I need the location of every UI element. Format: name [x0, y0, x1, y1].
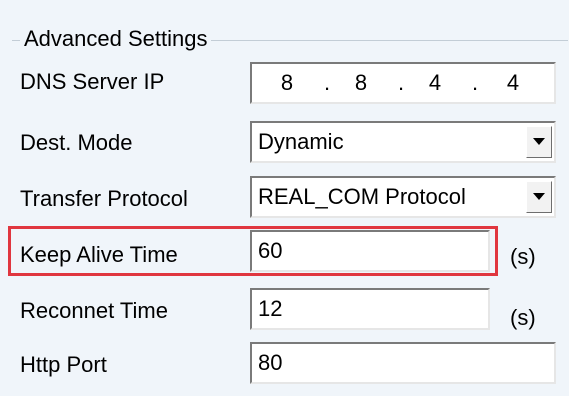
dest-mode-value: Dynamic [258, 129, 344, 154]
transfer-protocol-value: REAL_COM Protocol [258, 184, 466, 209]
ip-octet-3[interactable]: 4 [420, 64, 450, 102]
transfer-protocol-label: Transfer Protocol [20, 186, 188, 211]
group-box-title: Advanced Settings [20, 24, 212, 54]
dns-server-ip-field[interactable]: 8 . 8 . 4 . 4 [250, 62, 556, 104]
http-port-label: Http Port [20, 352, 107, 377]
chevron-down-icon [533, 138, 545, 145]
reconnect-time-input[interactable]: 12 [250, 288, 490, 330]
keep-alive-time-input[interactable]: 60 [250, 230, 490, 272]
keep-alive-time-label: Keep Alive Time [20, 242, 178, 267]
dest-mode-dropdown-button[interactable] [526, 126, 552, 158]
dns-server-ip-label: DNS Server IP [20, 69, 165, 94]
ip-octet-4[interactable]: 4 [498, 64, 528, 102]
dest-mode-label: Dest. Mode [20, 130, 133, 155]
ip-dot-1: . [323, 70, 331, 95]
chevron-down-icon [533, 193, 545, 200]
ip-dot-2: . [397, 70, 405, 95]
keep-alive-time-unit: (s) [510, 244, 536, 269]
ip-octet-1[interactable]: 8 [272, 64, 302, 102]
transfer-protocol-dropdown-button[interactable] [526, 181, 552, 213]
transfer-protocol-select[interactable]: REAL_COM Protocol [250, 176, 556, 218]
reconnect-time-label: Reconnet Time [20, 298, 168, 323]
ip-octet-2[interactable]: 8 [346, 64, 376, 102]
reconnect-time-unit: (s) [510, 305, 536, 330]
ip-dot-3: . [471, 70, 479, 95]
dest-mode-select[interactable]: Dynamic [250, 121, 556, 163]
http-port-input[interactable]: 80 [250, 342, 556, 384]
